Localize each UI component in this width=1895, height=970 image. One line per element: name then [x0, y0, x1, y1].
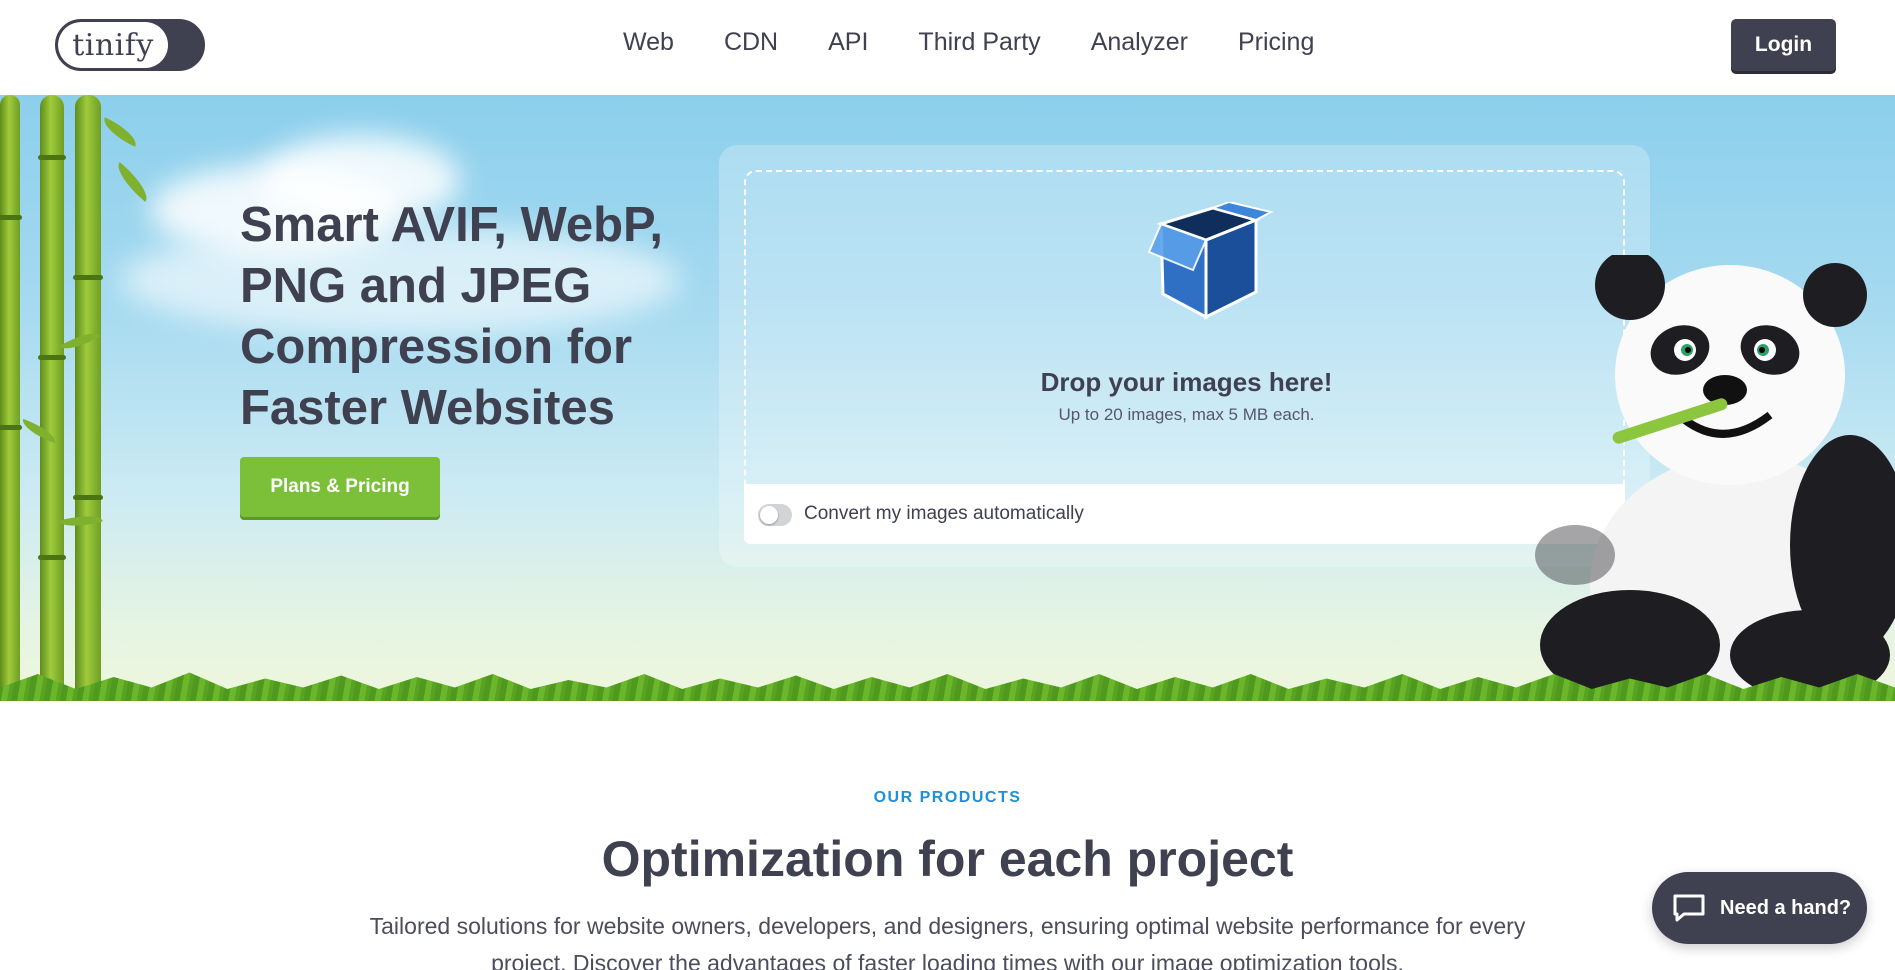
site-header: tinify Web CDN API Third Party Analyzer … [0, 0, 1895, 95]
nav-item-api[interactable]: API [828, 28, 868, 57]
bamboo-stalk [38, 95, 66, 701]
bamboo-leaf [98, 117, 142, 147]
chat-help-button[interactable]: Need a hand? [1652, 872, 1867, 944]
bamboo-stalk [0, 95, 22, 701]
chat-label: Need a hand? [1720, 896, 1852, 919]
panda-mascot-illustration [1535, 255, 1895, 701]
toggle-knob [760, 506, 778, 524]
products-description: Tailored solutions for website owners, d… [369, 913, 1526, 970]
nav-item-web[interactable]: Web [623, 28, 674, 57]
products-eyebrow: OUR PRODUCTS [873, 789, 1022, 806]
bamboo-leaf [110, 162, 155, 202]
bamboo-stalk [73, 95, 103, 701]
plans-pricing-button[interactable]: Plans & Pricing [240, 457, 440, 517]
main-nav: Web CDN API Third Party Analyzer Pricing [623, 28, 1364, 57]
chat-bubble-icon [1673, 894, 1705, 922]
logo-text: tinify [72, 27, 154, 63]
nav-item-analyzer[interactable]: Analyzer [1091, 28, 1188, 57]
logo-badge: tinify [58, 22, 168, 68]
convert-toggle[interactable] [758, 504, 792, 526]
login-button[interactable]: Login [1731, 19, 1836, 71]
convert-label: Convert my images automatically [804, 503, 1084, 524]
tinify-logo[interactable]: tinify [55, 19, 205, 71]
nav-item-cdn[interactable]: CDN [724, 28, 778, 57]
hero-section: Smart AVIF, WebP, PNG and JPEG Compressi… [0, 95, 1895, 701]
hero-title: Smart AVIF, WebP, PNG and JPEG Compressi… [240, 198, 663, 435]
nav-item-third-party[interactable]: Third Party [918, 28, 1040, 57]
nav-item-pricing[interactable]: Pricing [1238, 28, 1314, 57]
products-title: Optimization for each project [601, 831, 1294, 887]
box-icon [1147, 202, 1274, 320]
